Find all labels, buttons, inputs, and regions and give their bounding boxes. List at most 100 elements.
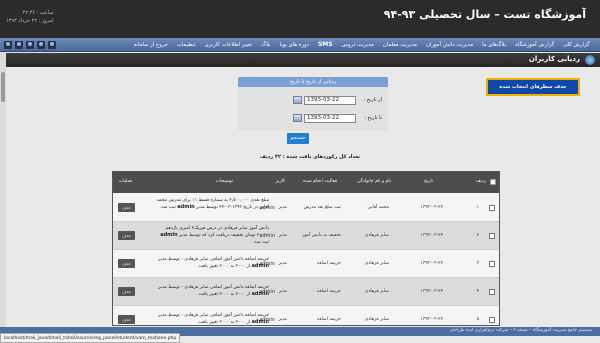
row-checkbox[interactable] <box>489 233 495 239</box>
from-date-input[interactable]: 1393-03-22 <box>304 95 356 105</box>
nav-item-sms[interactable]: SMS <box>313 38 337 52</box>
row-date: ۱۳۹۳-۰۳-۲۲ <box>420 233 443 238</box>
row-date: ۱۳۹۳-۰۳-۲۲ <box>420 317 443 322</box>
scrollbar-thumb[interactable] <box>1 72 5 102</box>
col-user: نام و نام خانوادگی <box>356 179 391 184</box>
to-date-row: تا تاریخ : 1393-03-22 <box>282 113 382 123</box>
page-title-bar: ردیابی کاربران <box>0 53 600 67</box>
col-activity: فعالیت انجام شده <box>303 179 337 184</box>
row-checkbox[interactable] <box>489 289 495 295</box>
main-nav: گزارش کلی گزارش آموزشگاه بلاگ‌های ما مدی… <box>0 38 600 52</box>
row-user: صابر فرهادی <box>364 317 389 322</box>
tracking-icon <box>585 55 595 65</box>
calendar-icon[interactable] <box>293 114 302 122</box>
users-icon[interactable] <box>15 41 23 49</box>
app-header: آموزشگاه تست – سال تحصیلی ۹۳-۹۴ ساعت : ۲… <box>0 0 600 38</box>
row-description-line: جریمه اضافه دانش آموز اضافی صابر فرهادی … <box>158 257 269 262</box>
row-checkbox[interactable] <box>489 261 495 267</box>
delete-row-button[interactable]: حذف <box>118 203 135 212</box>
delete-row-button[interactable]: حذف <box>118 287 135 296</box>
print-icon[interactable] <box>48 41 56 49</box>
row-description-actor: admin <box>160 232 178 238</box>
row-description: جریمه اضافه دانش آموز اضافی صابر فرهادی … <box>155 312 269 325</box>
row-description-line: از ۲۰۰۰ به ۲۰۰۰ تغییر یافت. <box>197 264 251 269</box>
delete-row-button[interactable]: حذف <box>118 259 135 268</box>
row-description-line: ثبت شد. <box>159 205 176 210</box>
row-index: ۳ <box>476 261 479 266</box>
row-index: ۱ <box>476 205 479 210</box>
delete-row-button[interactable]: حذف <box>118 315 135 324</box>
clock-panel: ساعت : ۲۲:۳۶ امروز : ۲۲ خرداد ۱۳۹۳ <box>6 9 54 25</box>
row-description-actor: admin <box>251 319 269 325</box>
delete-row-button[interactable]: حذف <box>118 231 135 240</box>
nav-item-teachers[interactable]: مدیریت معلمان <box>378 38 421 52</box>
row-index: ۴ <box>476 289 479 294</box>
from-date-label: از تاریخ : <box>363 97 382 103</box>
col-ops: عملیات <box>119 179 133 184</box>
col-index: ردیف <box>475 179 486 184</box>
row-activity: جریمه اضافه <box>317 261 341 266</box>
row-activity: تخفیف به دانش آموز <box>302 233 341 238</box>
row-user: محمد آقایی <box>367 205 390 210</box>
nav-items: گزارش کلی گزارش آموزشگاه بلاگ‌های ما مدی… <box>129 38 594 52</box>
col-actor: کاربر <box>275 179 285 184</box>
row-actor-role: مدیر <box>278 317 287 322</box>
row-index: ۲ <box>476 233 479 238</box>
table-row: ۳ ۱۳۹۳-۰۳-۲۲ صابر فرهادی جریمه اضافه مدی… <box>113 250 499 278</box>
table-row: ۱ ۱۳۹۳-۰۳-۲۲ محمد آقایی ثبت مبلغ نقد مدر… <box>113 194 499 222</box>
row-description-actor: admin <box>251 263 269 269</box>
nav-item-school-report[interactable]: گزارش آموزشگاه <box>511 38 559 52</box>
row-description-actor: admin <box>251 291 269 297</box>
row-description-line: جریمه اضافه دانش آموز اضافی صابر فرهادی … <box>158 313 269 318</box>
table-row: ۵ ۱۳۹۳-۰۳-۲۲ صابر فرهادی جریمه اضافه مدی… <box>113 306 499 325</box>
nav-item-courses[interactable]: مدیریت دروس <box>337 38 378 52</box>
nav-item-profile[interactable]: تغییر اطلاعات کاربری <box>200 38 256 52</box>
row-date: ۱۳۹۳-۰۳-۲۲ <box>420 205 443 210</box>
nav-item-settings[interactable]: تنظیمات <box>173 38 201 52</box>
row-actor-role: مدیر <box>278 233 287 238</box>
nav-item-general-report[interactable]: گزارش کلی <box>559 38 594 52</box>
mail-icon[interactable] <box>37 41 45 49</box>
user-icon[interactable] <box>4 41 12 49</box>
row-checkbox[interactable] <box>489 317 495 323</box>
row-checkbox[interactable] <box>489 205 495 211</box>
calendar-icon[interactable] <box>293 96 302 104</box>
row-description-line: از ۲۰۰۰ به ۲۰۰۰ تغییر یافت. <box>197 320 251 325</box>
browser-status-url: localhost/mali_javad/mali_tahsil/source/… <box>0 333 181 343</box>
from-date-row: از تاریخ : 1393-03-22 <box>282 95 382 105</box>
folder-icon[interactable] <box>26 41 34 49</box>
row-description-line: ثبت شد. <box>252 240 269 245</box>
clock-date: امروز : ۲۲ خرداد ۱۳۹۳ <box>6 18 54 24</box>
nav-item-blogs[interactable]: بلاگ‌های ما <box>478 38 511 52</box>
search-button[interactable]: جستجو <box>287 133 309 144</box>
row-user: صابر فرهادی <box>364 289 389 294</box>
row-description-actor: admin <box>177 204 195 210</box>
to-date-input[interactable]: 1393-03-22 <box>304 113 356 123</box>
row-date: ۱۳۹۳-۰۳-۲۲ <box>420 289 443 294</box>
nav-item-blog[interactable]: بلاگ <box>257 38 275 52</box>
select-all-checkbox[interactable] <box>490 179 496 185</box>
row-description-line: تاریخ ۱۳۹۳-۰۳-۲۲ توسط مدیر <box>196 205 253 210</box>
clock-time: ساعت : ۲۲:۳۶ <box>22 10 54 16</box>
row-description: دانش آموز صابر فرهادی در درس فیزیک۲ امیر… <box>155 225 269 246</box>
col-description: توضیحات <box>215 179 233 184</box>
row-user: صابر فرهادی <box>364 261 389 266</box>
nav-item-logout[interactable]: خروج از سامانه <box>129 38 172 52</box>
delete-selected-button[interactable]: حذف سطرهای انتخاب شده <box>486 78 580 96</box>
col-date: تاریخ <box>424 179 433 184</box>
search-body: از تاریخ : 1393-03-22 تا تاریخ : 1393-03… <box>238 87 388 131</box>
vertical-scrollbar[interactable] <box>0 52 6 327</box>
nav-item-students[interactable]: مدیریت دانش آموزان <box>422 38 478 52</box>
table-header: ردیف تاریخ نام و نام خانوادگی فعالیت انج… <box>113 172 499 193</box>
tracking-table: ردیف تاریخ نام و نام خانوادگی فعالیت انج… <box>112 171 500 326</box>
row-activity: جریمه اضافه <box>317 289 341 294</box>
nav-item-dynamic-courses[interactable]: دوره های پویا <box>275 38 313 52</box>
row-actor-role: مدیر <box>278 205 287 210</box>
row-description: جریمه اضافه دانش آموز اضافی صابر فرهادی … <box>155 284 269 298</box>
row-activity: ثبت مبلغ نقد مدرس <box>303 205 341 210</box>
row-actor-role: مدیر <box>278 261 287 266</box>
row-actor-role: مدیر <box>278 289 287 294</box>
row-description-line: تومان تخفیف دریافت کرد که توسط مدیر <box>179 233 256 238</box>
row-date: ۱۳۹۳-۰۳-۲۲ <box>420 261 443 266</box>
page-title: ردیابی کاربران <box>528 55 580 63</box>
